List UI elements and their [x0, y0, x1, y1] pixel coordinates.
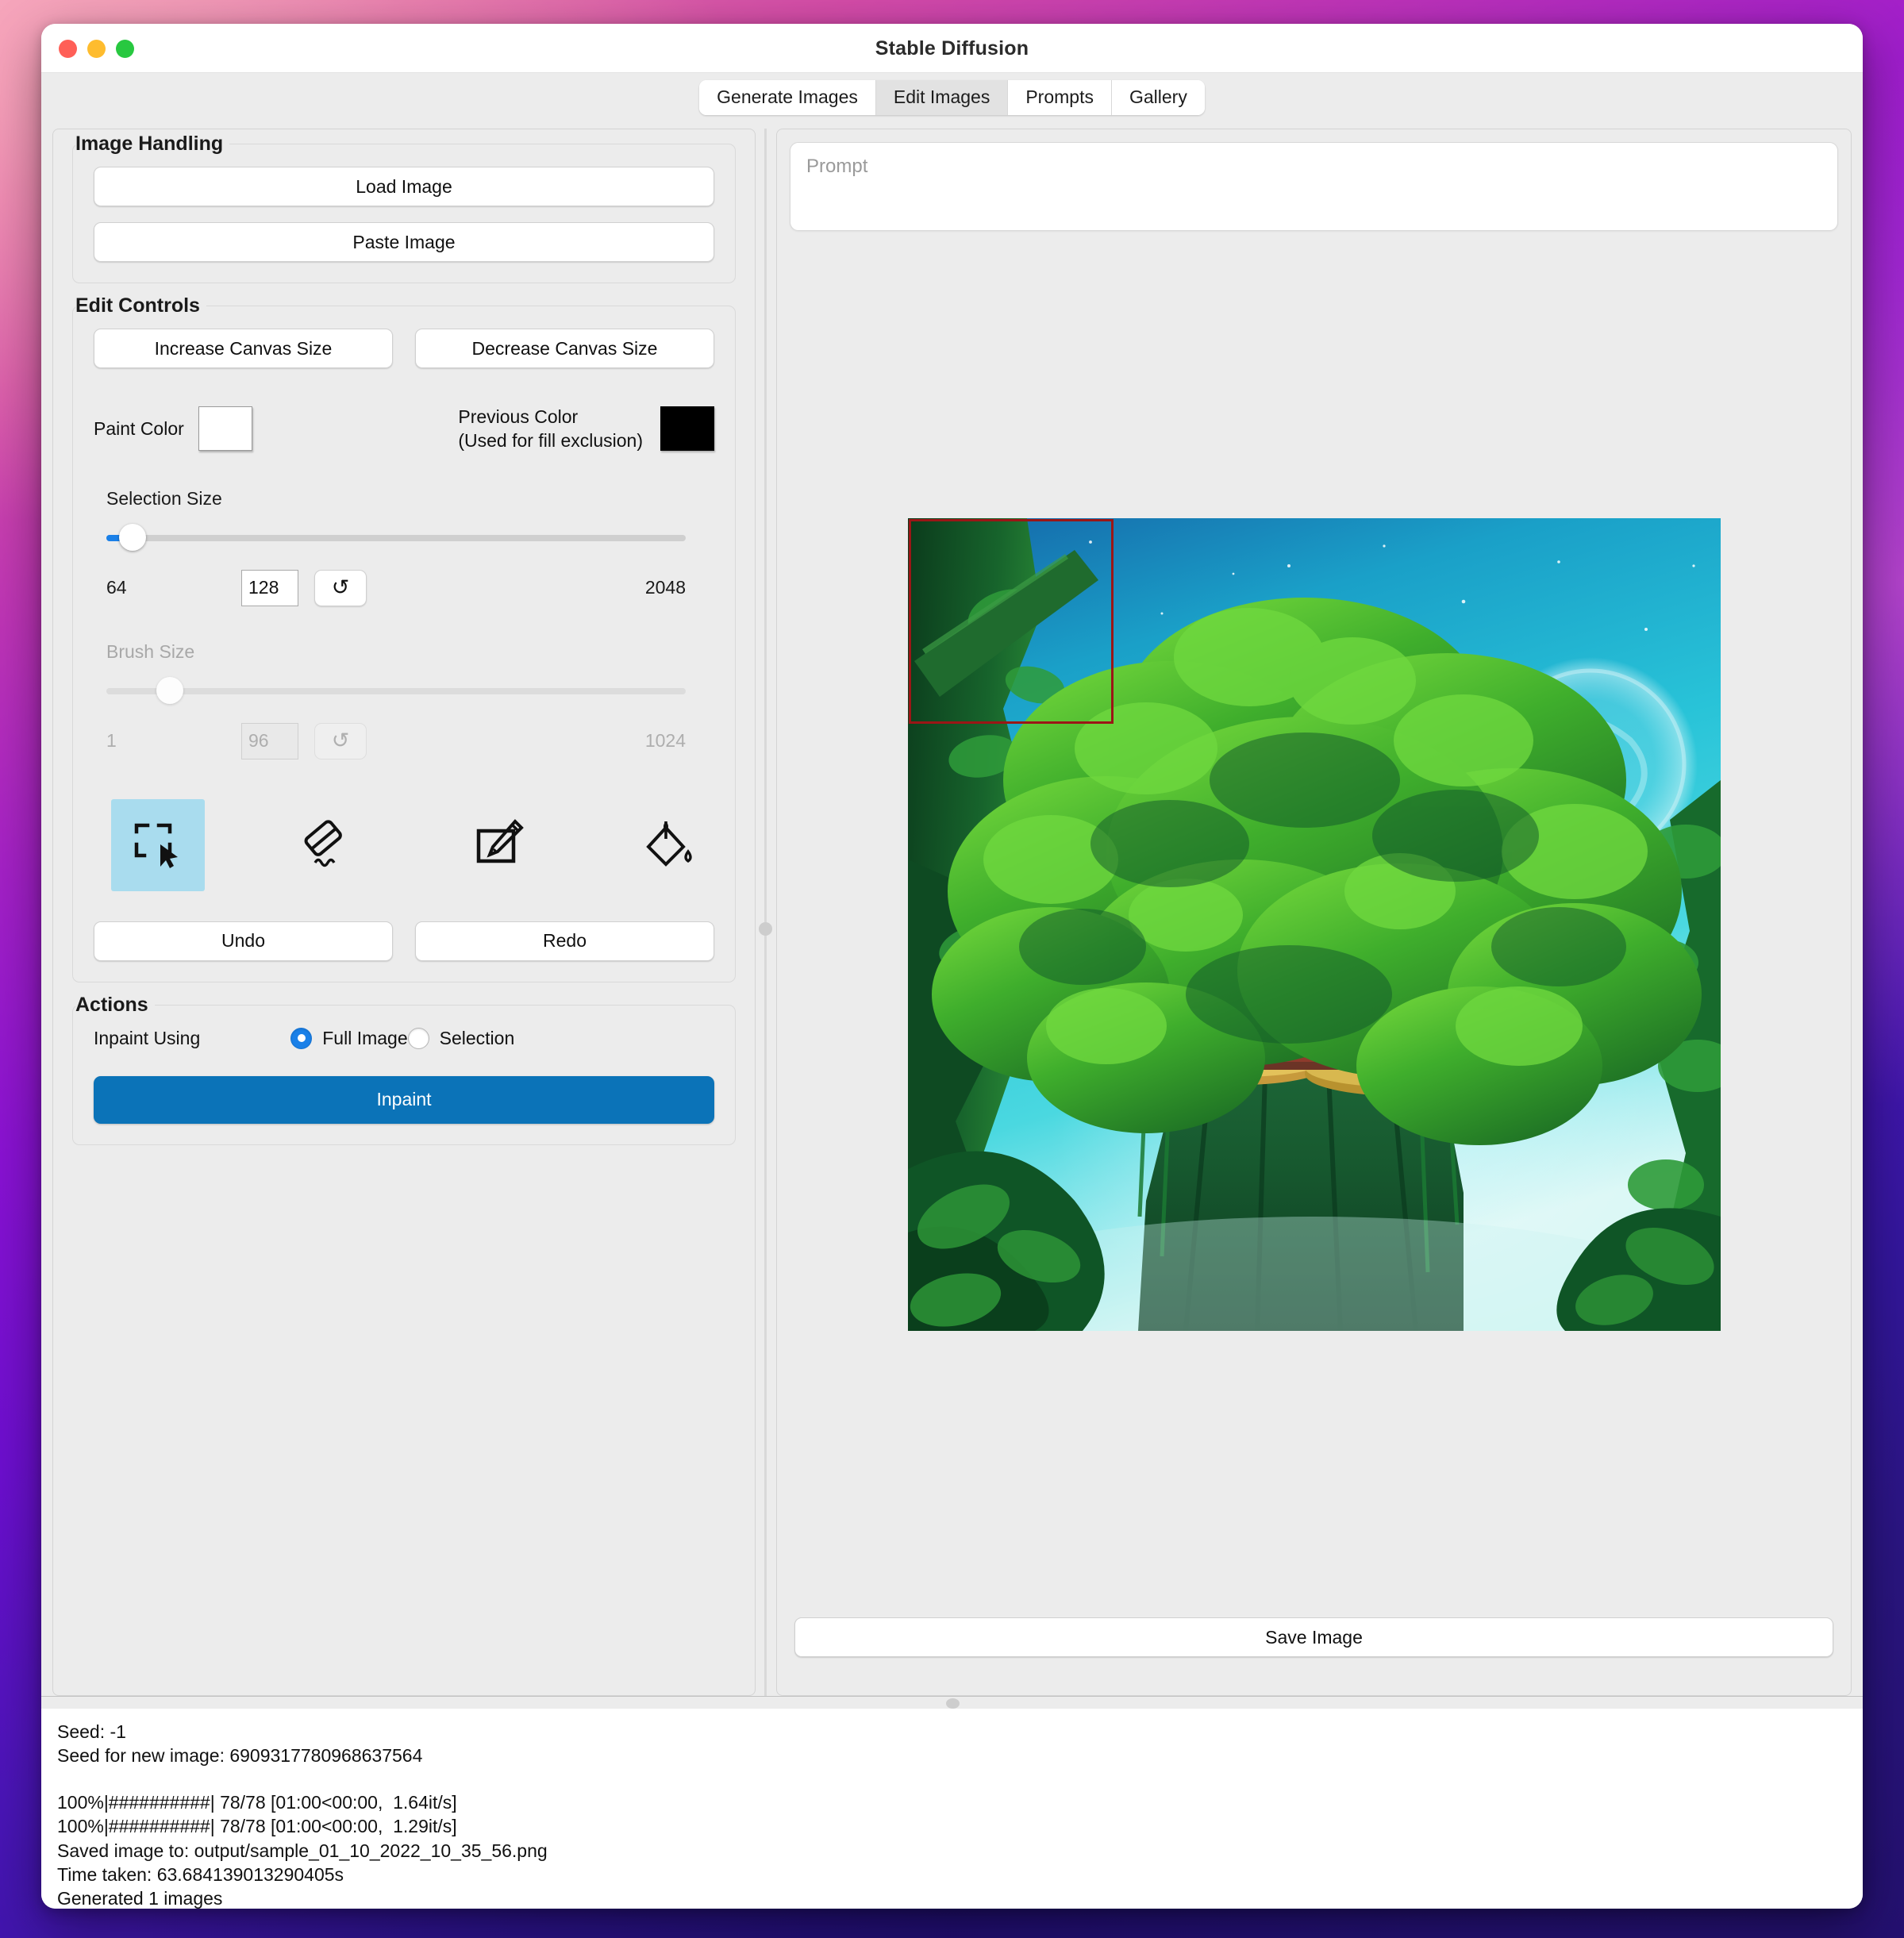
actions-group: Actions Inpaint Using Full Image Selecti… — [72, 993, 736, 1145]
brush-size-values: 1 96 ↺ 1024 — [106, 722, 686, 759]
log-splitter[interactable] — [41, 1696, 1863, 1709]
panel-splitter[interactable] — [756, 129, 776, 1696]
radio-selection-indicator[interactable] — [407, 1027, 429, 1049]
log-line: Generated 1 images — [57, 1887, 223, 1909]
decrease-canvas-size-button[interactable]: Decrease Canvas Size — [415, 329, 714, 368]
splitter-grip[interactable] — [759, 922, 772, 936]
selection-size-max: 2048 — [644, 577, 686, 598]
canvas-size-row: Increase Canvas Size Decrease Canvas Siz… — [94, 329, 714, 368]
window-title: Stable Diffusion — [875, 37, 1029, 60]
radio-full-image-indicator[interactable] — [290, 1027, 313, 1049]
selection-size-reset-icon[interactable]: ↺ — [314, 569, 367, 606]
log-splitter-grip[interactable] — [946, 1698, 960, 1709]
color-row: Paint Color Previous Color (Used for fil… — [94, 405, 714, 453]
tab-bar: Generate Images Edit Images Prompts Gall… — [41, 73, 1863, 117]
previous-color-label: Previous Color (Used for fill exclusion) — [458, 405, 643, 453]
eraser-tool-button[interactable] — [281, 799, 375, 891]
fill-bucket-icon — [646, 821, 692, 867]
pencil-icon — [476, 818, 524, 863]
previous-color-line-2: (Used for fill exclusion) — [458, 430, 643, 452]
previous-color-swatch[interactable] — [660, 406, 714, 452]
preview-panel: Prompt Save Image — [776, 129, 1852, 1696]
brush-size-reset-icon[interactable]: ↺ — [314, 722, 367, 759]
load-image-button[interactable]: Load Image — [94, 167, 714, 206]
tool-palette — [111, 798, 714, 891]
brush-size-input[interactable]: 96 — [241, 722, 298, 759]
paint-color-swatch[interactable] — [198, 406, 252, 452]
previous-color-block: Previous Color (Used for fill exclusion) — [458, 405, 714, 453]
image-canvas[interactable] — [907, 517, 1721, 1331]
actions-title: Actions — [75, 993, 155, 1017]
redo-button[interactable]: Redo — [415, 921, 714, 961]
undo-redo-row: Undo Redo — [94, 921, 714, 961]
edit-controls-title: Edit Controls — [75, 294, 206, 317]
splitter-bar — [764, 129, 767, 1696]
paste-image-button[interactable]: Paste Image — [94, 222, 714, 262]
selection-size-track — [106, 534, 686, 541]
tab-group: Generate Images Edit Images Prompts Gall… — [699, 79, 1205, 115]
radio-full-image-label: Full Image — [322, 1027, 408, 1048]
save-image-button[interactable]: Save Image — [794, 1617, 1833, 1657]
prompt-input[interactable]: Prompt — [790, 142, 1838, 231]
fill-tool-button[interactable] — [621, 799, 714, 891]
application-window: Stable Diffusion Generate Images Edit Im… — [41, 24, 1863, 1909]
tab-prompts[interactable]: Prompts — [1008, 79, 1112, 115]
window-titlebar: Stable Diffusion — [41, 24, 1863, 73]
selection-size-slider[interactable] — [106, 521, 686, 557]
brush-size-knob[interactable] — [156, 676, 184, 704]
increase-canvas-size-button[interactable]: Increase Canvas Size — [94, 329, 393, 368]
generated-image — [907, 517, 1721, 1331]
log-output[interactable]: Seed: -1 Seed for new image: 69093177809… — [41, 1709, 1863, 1909]
selection-size-values: 64 128 ↺ 2048 — [106, 569, 686, 606]
inpaint-using-label: Inpaint Using — [94, 1027, 201, 1048]
image-handling-title: Image Handling — [75, 133, 230, 156]
log-line: Time taken: 63.684139013290405s — [57, 1863, 344, 1885]
selection-size-knob[interactable] — [118, 523, 146, 551]
image-handling-group: Image Handling Load Image Paste Image — [72, 133, 736, 283]
radio-full-image[interactable]: Full Image — [290, 1027, 408, 1049]
brush-size-label: Brush Size — [106, 640, 195, 662]
selection-size-label: Selection Size — [106, 487, 222, 509]
edit-controls-group: Edit Controls Increase Canvas Size Decre… — [72, 294, 736, 982]
tab-edit-images[interactable]: Edit Images — [875, 79, 1009, 115]
radio-selection[interactable]: Selection — [407, 1027, 515, 1049]
selection-tool-button[interactable] — [111, 798, 205, 891]
undo-button[interactable]: Undo — [94, 921, 393, 961]
brush-size-block: Brush Size 1 96 ↺ 1024 — [94, 641, 714, 759]
draw-tool-button[interactable] — [451, 799, 544, 891]
brush-size-track — [106, 687, 686, 694]
inpaint-using-row: Inpaint Using Full Image Selection — [94, 1027, 714, 1049]
controls-panel: Image Handling Load Image Paste Image Ed… — [52, 129, 756, 1696]
selection-icon — [134, 823, 178, 868]
brush-size-slider[interactable] — [106, 674, 686, 710]
main-content: Image Handling Load Image Paste Image Ed… — [41, 117, 1863, 1696]
log-line: 100%|##########| 78/78 [01:00<00:00, 1.6… — [57, 1792, 457, 1813]
tab-gallery[interactable]: Gallery — [1111, 79, 1205, 115]
brush-size-min: 1 — [106, 730, 117, 752]
log-line: Saved image to: output/sample_01_10_2022… — [57, 1840, 548, 1861]
radio-selection-label: Selection — [439, 1027, 515, 1048]
eraser-icon — [304, 820, 342, 867]
selection-size-input[interactable]: 128 — [241, 569, 298, 606]
previous-color-line-1: Previous Color — [458, 406, 579, 427]
log-line: Seed for new image: 6909317780968637564 — [57, 1745, 423, 1767]
brush-size-max: 1024 — [644, 730, 686, 752]
canvas-area — [790, 231, 1838, 1617]
paint-color-label: Paint Color — [94, 417, 184, 439]
selection-size-min: 64 — [106, 577, 127, 598]
inpaint-button[interactable]: Inpaint — [94, 1075, 714, 1124]
log-line: Seed: -1 — [57, 1721, 126, 1742]
tab-generate-images[interactable]: Generate Images — [699, 79, 876, 115]
selection-size-block: Selection Size 64 128 ↺ 2048 — [94, 488, 714, 606]
log-line: 100%|##########| 78/78 [01:00<00:00, 1.2… — [57, 1816, 457, 1837]
